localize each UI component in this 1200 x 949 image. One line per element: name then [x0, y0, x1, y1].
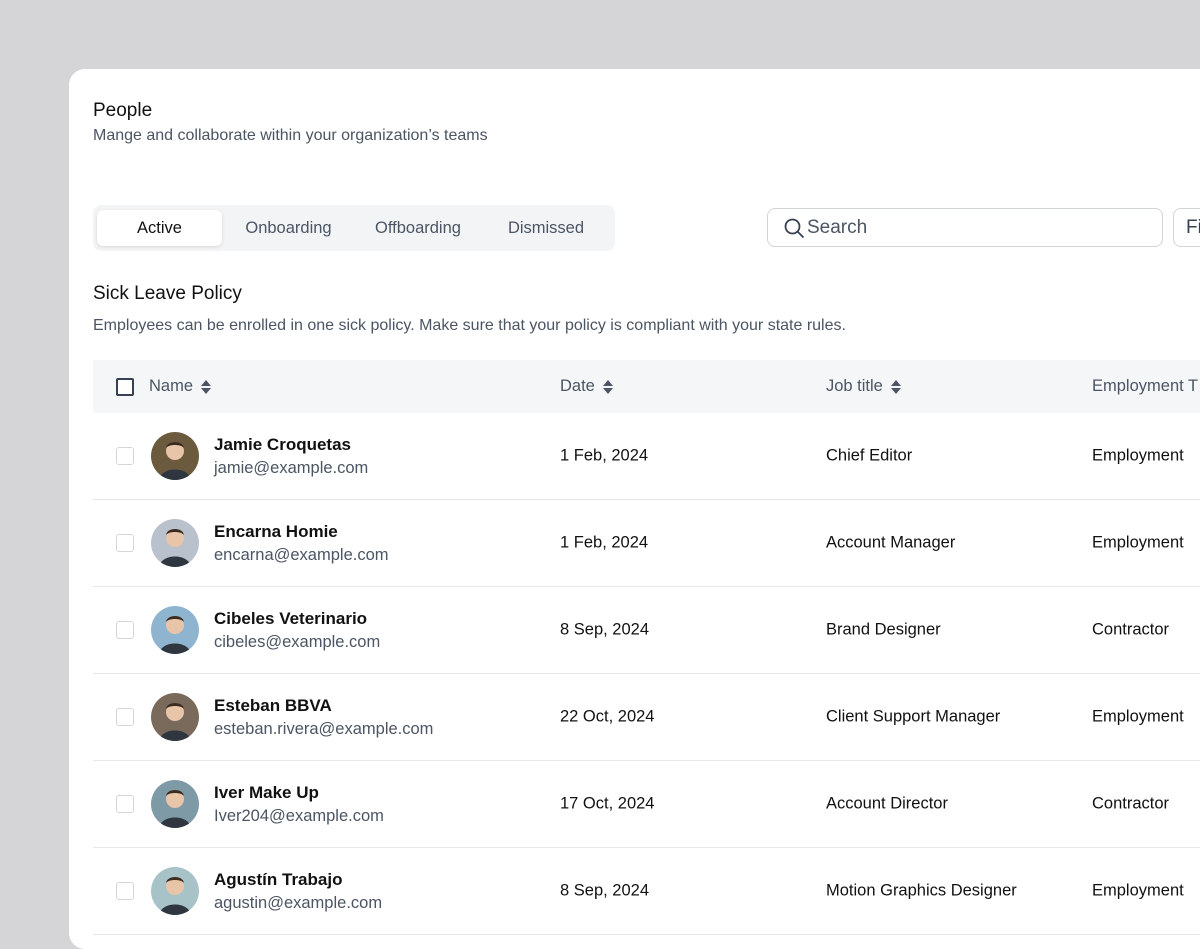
- job-title-cell: Account Director: [826, 794, 948, 813]
- status-tabs: Active Onboarding Offboarding Dismissed: [93, 205, 615, 251]
- column-header-date[interactable]: Date: [560, 377, 613, 396]
- employment-type-cell: Employment: [1092, 533, 1184, 552]
- person-name[interactable]: Esteban BBVA: [214, 696, 433, 716]
- row-checkbox[interactable]: [116, 882, 134, 900]
- person-name[interactable]: Agustín Trabajo: [214, 870, 382, 890]
- person-name[interactable]: Jamie Croquetas: [214, 435, 368, 455]
- people-table: Name Date Job title Employment T Jamie C…: [93, 360, 1200, 935]
- job-title-cell: Brand Designer: [826, 620, 941, 639]
- row-checkbox[interactable]: [116, 447, 134, 465]
- search-icon: [784, 218, 804, 238]
- column-label: Name: [149, 377, 194, 395]
- person-cell: Esteban BBVA esteban.rivera@example.com: [151, 693, 433, 741]
- table-row[interactable]: Jamie Croquetas jamie@example.com 1 Feb,…: [93, 413, 1200, 500]
- person-cell: Encarna Homie encarna@example.com: [151, 519, 389, 567]
- person-email: agustin@example.com: [214, 893, 383, 912]
- tab-onboarding[interactable]: Onboarding: [222, 210, 355, 246]
- person-cell: Agustín Trabajo agustin@example.com: [151, 867, 382, 915]
- row-checkbox[interactable]: [116, 534, 134, 552]
- section-title: Sick Leave Policy: [93, 283, 242, 304]
- person-email: jamie@example.com: [214, 458, 369, 477]
- column-header-job-title[interactable]: Job title: [826, 377, 901, 396]
- page-subtitle: Mange and collaborate within your organi…: [93, 127, 488, 144]
- date-cell: 17 Oct, 2024: [560, 794, 655, 813]
- column-label: Job title: [826, 377, 883, 395]
- person-name[interactable]: Encarna Homie: [214, 522, 389, 542]
- tab-active[interactable]: Active: [97, 210, 222, 246]
- employment-type-cell: Employment: [1092, 881, 1184, 900]
- person-email: esteban.rivera@example.com: [214, 719, 434, 738]
- avatar: [151, 606, 199, 654]
- table-row[interactable]: Cibeles Veterinario cibeles@example.com …: [93, 587, 1200, 674]
- search-input[interactable]: [807, 216, 1147, 239]
- employment-type-cell: Employment: [1092, 707, 1184, 726]
- table-body: Jamie Croquetas jamie@example.com 1 Feb,…: [93, 413, 1200, 935]
- search-box[interactable]: [767, 208, 1163, 247]
- table-row[interactable]: Agustín Trabajo agustin@example.com 8 Se…: [93, 848, 1200, 935]
- date-cell: 8 Sep, 2024: [560, 620, 649, 639]
- tab-dismissed[interactable]: Dismissed: [481, 210, 611, 246]
- filter-button[interactable]: Fi: [1173, 208, 1200, 247]
- person-cell: Jamie Croquetas jamie@example.com: [151, 432, 368, 480]
- column-header-name[interactable]: Name: [149, 377, 212, 396]
- row-checkbox[interactable]: [116, 621, 134, 639]
- avatar: [151, 693, 199, 741]
- sort-icon[interactable]: [201, 379, 212, 394]
- row-checkbox[interactable]: [116, 795, 134, 813]
- section-description: Employees can be enrolled in one sick po…: [93, 317, 846, 334]
- table-row[interactable]: Iver Make Up Iver204@example.com 17 Oct,…: [93, 761, 1200, 848]
- table-row[interactable]: Esteban BBVA esteban.rivera@example.com …: [93, 674, 1200, 761]
- avatar: [151, 519, 199, 567]
- date-cell: 1 Feb, 2024: [560, 533, 649, 552]
- date-cell: 22 Oct, 2024: [560, 707, 655, 726]
- select-all-checkbox[interactable]: [116, 377, 134, 396]
- column-label: Employment T: [1092, 377, 1199, 395]
- person-name[interactable]: Iver Make Up: [214, 783, 384, 803]
- employment-type-cell: Contractor: [1092, 620, 1170, 639]
- table-header: Name Date Job title Employment T: [93, 360, 1200, 413]
- avatar: [151, 780, 199, 828]
- employment-type-cell: Employment: [1092, 446, 1184, 465]
- avatar: [151, 867, 199, 915]
- row-checkbox[interactable]: [116, 708, 134, 726]
- page-title: People: [93, 100, 153, 121]
- person-email: cibeles@example.com: [214, 632, 381, 651]
- person-email: Iver204@example.com: [214, 806, 384, 825]
- people-card: People Mange and collaborate within your…: [69, 69, 1200, 949]
- date-cell: 8 Sep, 2024: [560, 881, 649, 900]
- sort-icon[interactable]: [890, 379, 901, 394]
- avatar: [151, 432, 199, 480]
- employment-type-cell: Contractor: [1092, 794, 1170, 813]
- person-cell: Cibeles Veterinario cibeles@example.com: [151, 606, 380, 654]
- table-row[interactable]: Encarna Homie encarna@example.com 1 Feb,…: [93, 500, 1200, 587]
- job-title-cell: Chief Editor: [826, 446, 913, 465]
- person-email: encarna@example.com: [214, 545, 389, 564]
- person-cell: Iver Make Up Iver204@example.com: [151, 780, 384, 828]
- column-header-employment-type[interactable]: Employment T: [1092, 377, 1198, 396]
- job-title-cell: Account Manager: [826, 533, 956, 552]
- column-label: Date: [560, 377, 595, 395]
- job-title-cell: Motion Graphics Designer: [826, 881, 1017, 900]
- tab-offboarding[interactable]: Offboarding: [355, 210, 481, 246]
- job-title-cell: Client Support Manager: [826, 707, 1001, 726]
- sort-icon[interactable]: [602, 379, 613, 394]
- date-cell: 1 Feb, 2024: [560, 446, 649, 465]
- person-name[interactable]: Cibeles Veterinario: [214, 609, 380, 629]
